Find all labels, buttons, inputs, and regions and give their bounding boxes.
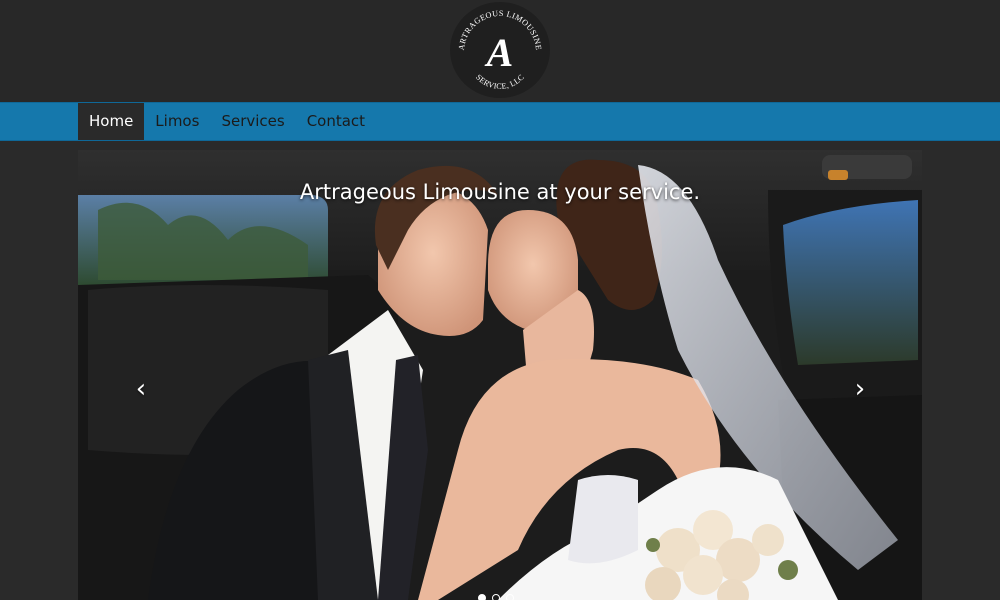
logo-letter: A <box>484 30 514 75</box>
nav-item-contact[interactable]: Contact <box>296 103 376 140</box>
nav-item-services[interactable]: Services <box>210 103 295 140</box>
carousel-indicator[interactable] <box>506 594 514 600</box>
nav-menu: Home Limos Services Contact <box>78 103 376 140</box>
brand-logo[interactable]: ARTRAGEOUS LIMOUSINE SERVICE, LLC A <box>450 2 550 98</box>
carousel-caption: Artrageous Limousine at your service. <box>299 180 701 204</box>
hero-slide-image <box>78 150 922 600</box>
logo-emblem-icon: ARTRAGEOUS LIMOUSINE SERVICE, LLC A <box>457 9 543 91</box>
main-navbar: Home Limos Services Contact <box>0 102 1000 141</box>
hero-carousel: Artrageous Limousine at your service. ‹ … <box>78 150 922 600</box>
carousel-prev-icon[interactable]: ‹ <box>128 376 154 402</box>
carousel-indicator[interactable] <box>492 594 500 600</box>
carousel-indicator[interactable] <box>478 594 486 600</box>
carousel-next-icon[interactable]: › <box>847 376 873 402</box>
carousel-indicators <box>478 594 514 600</box>
svg-text:SERVICE, LLC: SERVICE, LLC <box>474 73 526 91</box>
nav-item-home[interactable]: Home <box>78 103 145 140</box>
logo-text-bottom: SERVICE, LLC <box>474 73 526 91</box>
site-header: ARTRAGEOUS LIMOUSINE SERVICE, LLC A <box>0 0 1000 102</box>
nav-item-limos[interactable]: Limos <box>144 103 210 140</box>
